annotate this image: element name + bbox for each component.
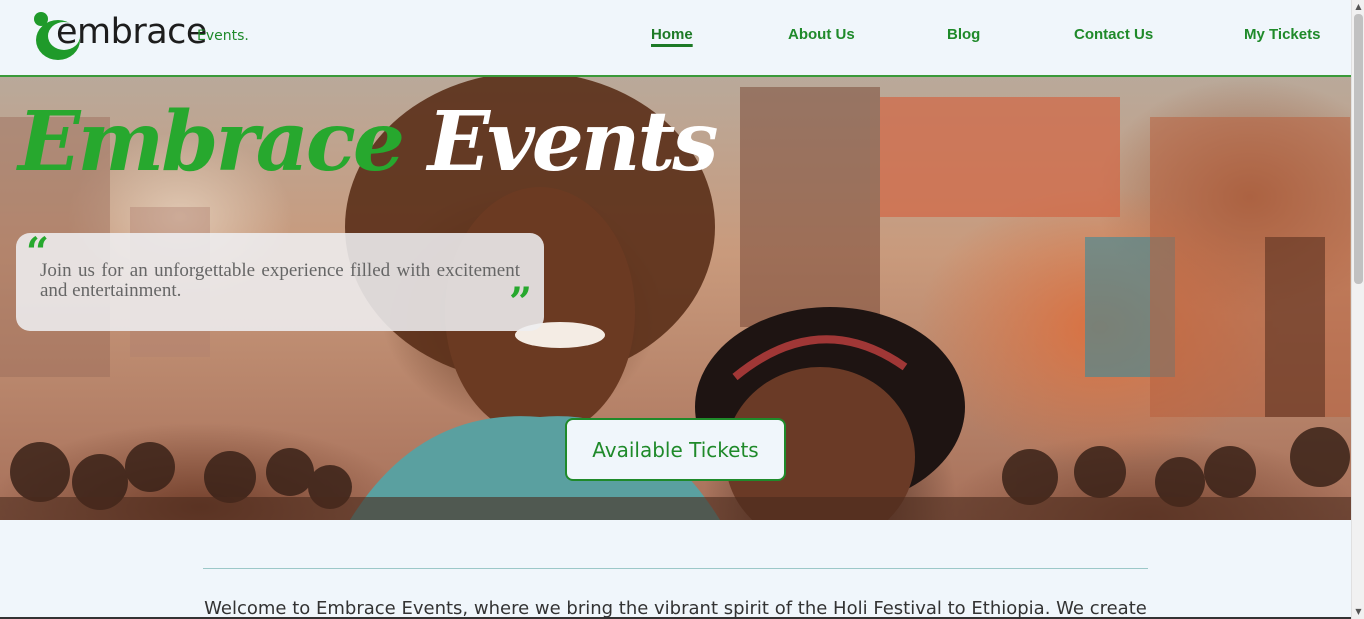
scroll-up-arrow-icon[interactable]: ▲ xyxy=(1354,2,1363,12)
nav-blog-link[interactable]: Blog xyxy=(947,26,980,43)
hero-title-embrace: Embrace xyxy=(18,94,405,190)
section-divider xyxy=(203,568,1148,569)
hero-quote: Join us for an unforgettable experience … xyxy=(40,260,520,301)
scrollbar-thumb[interactable] xyxy=(1354,14,1363,284)
main-nav: Home About Us Blog Contact Us My Tickets xyxy=(0,26,1351,50)
hero-title: Embrace Events xyxy=(18,101,719,183)
hero-title-events: Events xyxy=(427,94,719,190)
hero-banner: Embrace Events “ Join us for an unforget… xyxy=(0,77,1351,520)
scroll-down-arrow-icon[interactable]: ▼ xyxy=(1354,607,1363,617)
site-header: embrace Events. Home About Us Blog Conta… xyxy=(0,0,1351,77)
intro-text: Welcome to Embrace Events, where we brin… xyxy=(204,598,1147,619)
nav-home-link[interactable]: Home xyxy=(651,26,693,43)
close-quote-icon: ” xyxy=(508,279,532,326)
nav-about-link[interactable]: About Us xyxy=(788,26,855,43)
page-scrollbar[interactable]: ▲ ▼ xyxy=(1351,0,1364,619)
available-tickets-button[interactable]: Available Tickets xyxy=(565,418,786,481)
nav-my-tickets-link[interactable]: My Tickets xyxy=(1244,26,1320,43)
nav-contact-link[interactable]: Contact Us xyxy=(1074,26,1153,43)
quote-card: “ Join us for an unforgettable experienc… xyxy=(16,233,544,331)
